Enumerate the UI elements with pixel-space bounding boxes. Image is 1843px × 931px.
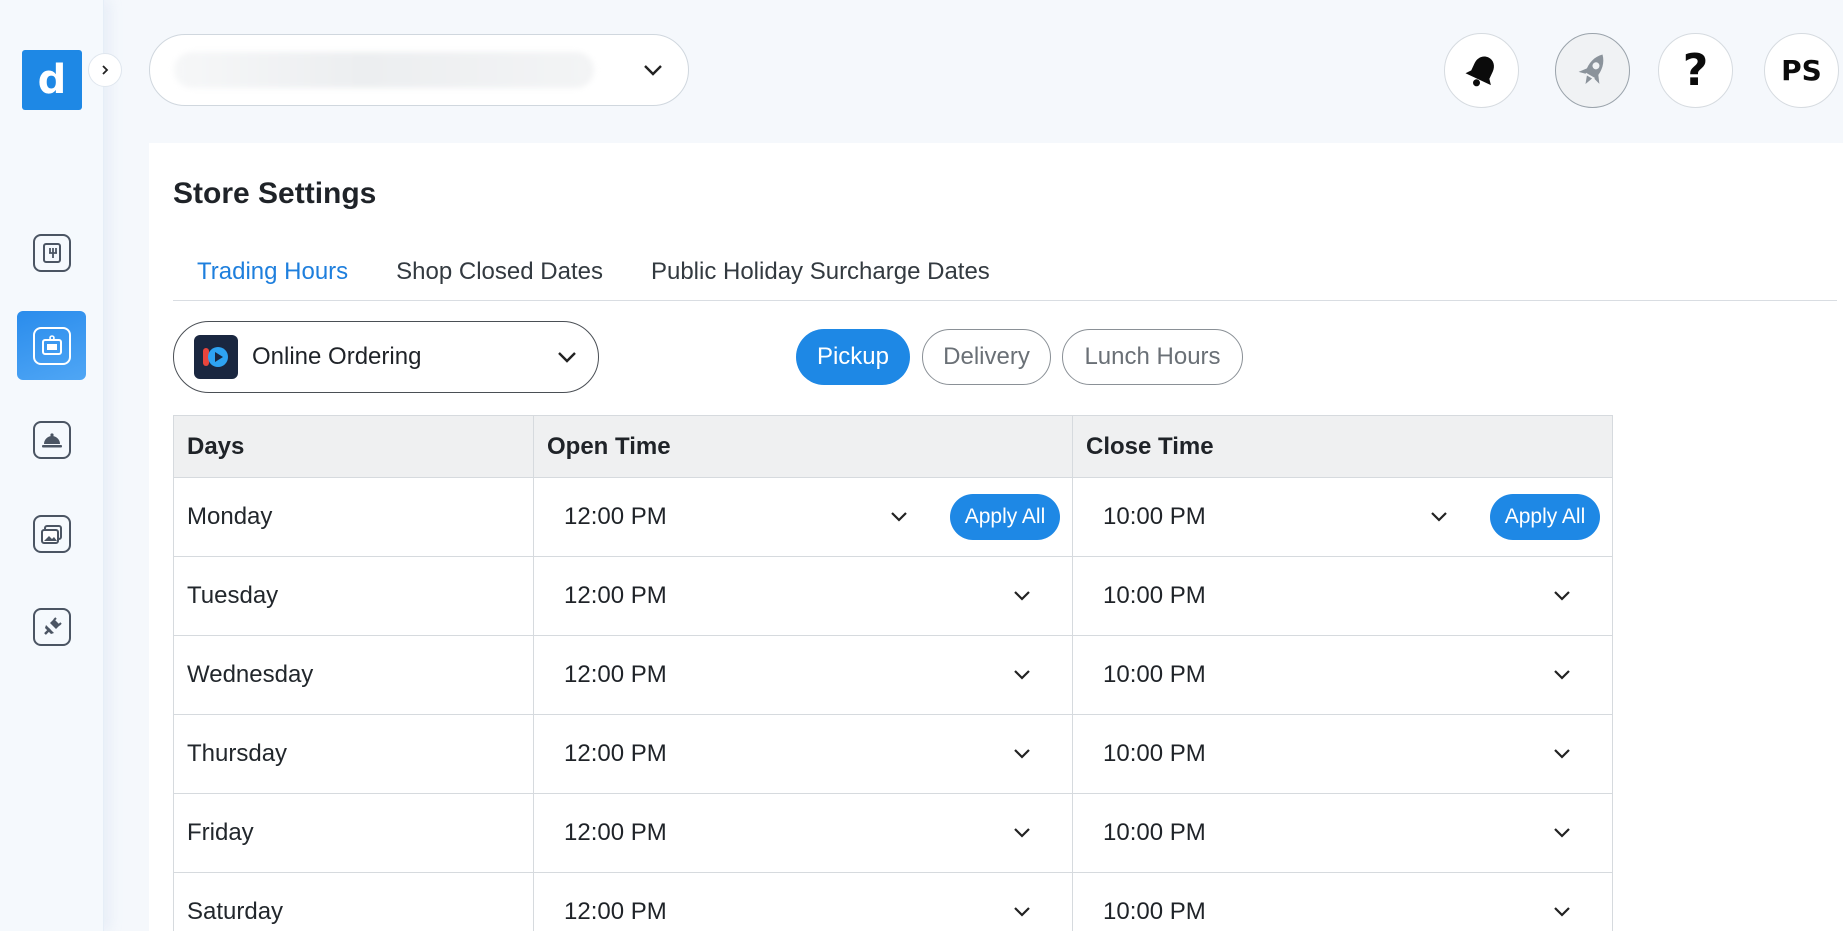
chevron-down-icon[interactable] bbox=[1012, 905, 1032, 919]
bell-icon bbox=[1465, 55, 1494, 86]
close-time-value: 10:00 PM bbox=[1103, 582, 1206, 609]
open-time-value: 12:00 PM bbox=[564, 740, 667, 767]
store-select[interactable] bbox=[149, 34, 689, 106]
sidebar-item-gallery[interactable] bbox=[17, 499, 86, 568]
day-label: Tuesday bbox=[174, 557, 534, 635]
settings-tabs: Trading Hours Shop Closed Dates Public H… bbox=[173, 243, 1837, 301]
sidebar-item-menu[interactable] bbox=[17, 218, 86, 287]
table-row: Wednesday 12:00 PM 10:00 PM bbox=[174, 636, 1612, 715]
close-time-value: 10:00 PM bbox=[1103, 898, 1206, 925]
chevron-down-icon[interactable] bbox=[1012, 826, 1032, 840]
launch-button[interactable] bbox=[1555, 33, 1630, 108]
page-title: Store Settings bbox=[173, 177, 377, 210]
sidebar-item-food[interactable] bbox=[17, 405, 86, 474]
chevron-down-icon[interactable] bbox=[1012, 747, 1032, 761]
close-time-select[interactable]: 10:00 PM bbox=[1073, 557, 1612, 635]
open-time-select[interactable]: 12:00 PM bbox=[534, 873, 1073, 931]
store-settings-panel: Store Settings Trading Hours Shop Closed… bbox=[149, 143, 1843, 931]
table-row: Saturday 12:00 PM 10:00 PM bbox=[174, 873, 1612, 931]
chevron-down-icon bbox=[644, 65, 662, 76]
table-row: Tuesday 12:00 PM 10:00 PM bbox=[174, 557, 1612, 636]
day-label: Wednesday bbox=[174, 636, 534, 714]
channel-select-label: Online Ordering bbox=[252, 343, 422, 370]
chevron-down-icon[interactable] bbox=[1552, 905, 1572, 919]
column-header-days: Days bbox=[174, 416, 534, 477]
close-time-select[interactable]: 10:00 PM bbox=[1073, 715, 1612, 793]
help-button[interactable]: ? bbox=[1658, 33, 1733, 108]
sidebar: d bbox=[0, 0, 104, 931]
chevron-down-icon bbox=[558, 352, 576, 363]
chevron-down-icon[interactable] bbox=[1552, 826, 1572, 840]
user-avatar-button[interactable]: PS bbox=[1764, 33, 1839, 108]
mode-lunch-hours-button[interactable]: Lunch Hours bbox=[1062, 329, 1243, 385]
food-cloche-icon bbox=[32, 420, 71, 459]
column-header-close-time: Close Time bbox=[1086, 432, 1214, 460]
chevron-down-icon[interactable] bbox=[1429, 510, 1449, 524]
plug-icon bbox=[32, 607, 71, 646]
chevron-down-icon[interactable] bbox=[1552, 589, 1572, 603]
open-time-value: 12:00 PM bbox=[564, 819, 667, 846]
close-time-value: 10:00 PM bbox=[1103, 661, 1206, 688]
day-label: Saturday bbox=[174, 873, 534, 931]
trading-hours-table: Days Open Time Close Time Monday 12:00 P… bbox=[173, 415, 1613, 931]
open-time-select[interactable]: 12:00 PM bbox=[534, 794, 1073, 872]
table-row: Thursday 12:00 PM 10:00 PM bbox=[174, 715, 1612, 794]
store-select-value bbox=[174, 52, 594, 88]
day-label: Monday bbox=[174, 478, 534, 556]
avatar-initials: PS bbox=[1781, 54, 1822, 87]
logo-letter: d bbox=[37, 57, 67, 103]
app-logo[interactable]: d bbox=[22, 50, 82, 110]
close-time-value: 10:00 PM bbox=[1103, 819, 1206, 846]
rocket-icon bbox=[1578, 54, 1603, 84]
open-time-value: 12:00 PM bbox=[564, 503, 667, 530]
open-time-value: 12:00 PM bbox=[564, 582, 667, 609]
table-row: Monday 12:00 PM Apply All 10:00 PM Apply… bbox=[174, 478, 1612, 557]
close-time-select[interactable]: 10:00 PM Apply All bbox=[1073, 478, 1612, 556]
chevron-down-icon[interactable] bbox=[1552, 668, 1572, 682]
close-time-value: 10:00 PM bbox=[1103, 503, 1206, 530]
sidebar-item-store[interactable] bbox=[17, 311, 86, 380]
open-time-select[interactable]: 12:00 PM bbox=[534, 636, 1073, 714]
close-time-select[interactable]: 10:00 PM bbox=[1073, 873, 1612, 931]
close-time-value: 10:00 PM bbox=[1103, 740, 1206, 767]
open-time-select[interactable]: 12:00 PM bbox=[534, 715, 1073, 793]
apply-all-close-button[interactable]: Apply All bbox=[1490, 494, 1600, 540]
help-icon: ? bbox=[1682, 45, 1709, 96]
chevron-down-icon[interactable] bbox=[1552, 747, 1572, 761]
sidebar-toggle-button[interactable] bbox=[88, 53, 122, 87]
open-time-value: 12:00 PM bbox=[564, 898, 667, 925]
tab-shop-closed-dates[interactable]: Shop Closed Dates bbox=[372, 243, 627, 300]
tab-public-holiday-surcharge-dates[interactable]: Public Holiday Surcharge Dates bbox=[627, 243, 1014, 300]
open-time-value: 12:00 PM bbox=[564, 661, 667, 688]
column-header-open-time: Open Time bbox=[534, 416, 1073, 477]
gallery-icon bbox=[32, 514, 71, 553]
sidebar-item-integrations[interactable] bbox=[17, 592, 86, 661]
apply-all-open-button[interactable]: Apply All bbox=[950, 494, 1060, 540]
day-label: Friday bbox=[174, 794, 534, 872]
open-time-select[interactable]: 12:00 PM bbox=[534, 557, 1073, 635]
table-header-row: Days Open Time Close Time bbox=[174, 416, 1612, 478]
store-icon bbox=[32, 326, 71, 365]
online-ordering-logo-icon bbox=[194, 335, 238, 379]
close-time-select[interactable]: 10:00 PM bbox=[1073, 636, 1612, 714]
day-label: Thursday bbox=[174, 715, 534, 793]
tab-trading-hours[interactable]: Trading Hours bbox=[173, 243, 372, 300]
chevron-right-icon bbox=[102, 65, 109, 75]
mode-pickup-button[interactable]: Pickup bbox=[796, 329, 910, 385]
channel-select[interactable]: Online Ordering bbox=[173, 321, 599, 393]
notifications-button[interactable] bbox=[1444, 33, 1519, 108]
close-time-select[interactable]: 10:00 PM bbox=[1073, 794, 1612, 872]
open-time-select[interactable]: 12:00 PM Apply All bbox=[534, 478, 1073, 556]
chevron-down-icon[interactable] bbox=[1012, 668, 1032, 682]
menu-book-icon bbox=[32, 233, 71, 272]
table-row: Friday 12:00 PM 10:00 PM bbox=[174, 794, 1612, 873]
chevron-down-icon[interactable] bbox=[1012, 589, 1032, 603]
mode-delivery-button[interactable]: Delivery bbox=[922, 329, 1051, 385]
chevron-down-icon[interactable] bbox=[889, 510, 909, 524]
